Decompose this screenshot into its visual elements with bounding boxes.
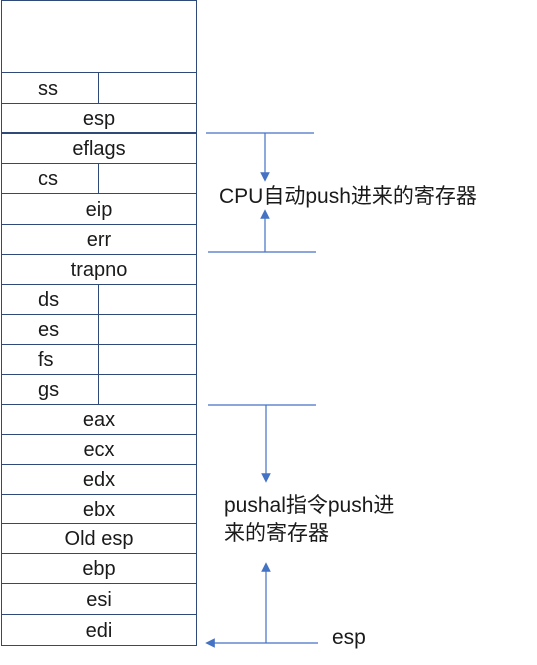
cpu-push-annotation: CPU自动push进来的寄存器 bbox=[219, 185, 477, 208]
bracket-arrows bbox=[205, 132, 318, 648]
pushal-annotation-line2: 来的寄存器 bbox=[224, 522, 329, 545]
pushal-annotation-line1: pushal指令push进 bbox=[224, 494, 395, 517]
esp-pointer-label: esp bbox=[332, 626, 366, 649]
